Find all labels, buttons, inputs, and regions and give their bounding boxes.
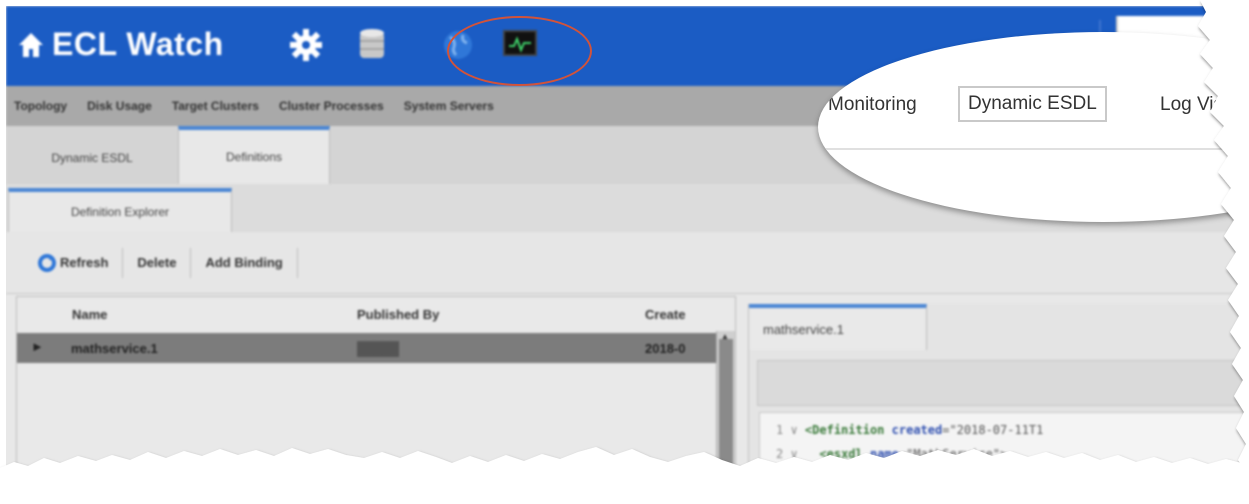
torn-paper-edge: [0, 0, 1249, 504]
screenshot-frame: ECL Watch Topology Disk Usage Target Clu…: [0, 0, 1249, 504]
